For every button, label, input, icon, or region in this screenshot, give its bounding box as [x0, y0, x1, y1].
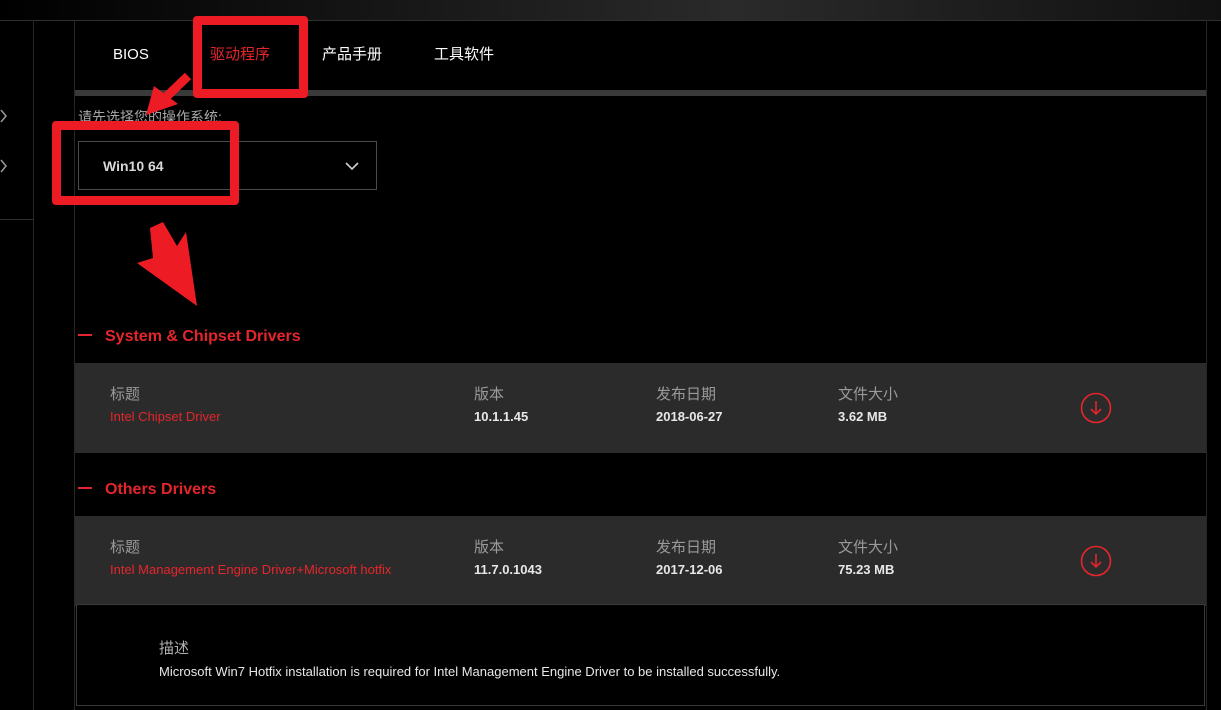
driver-row: 标题 版本 发布日期 文件大小 Intel Chipset Driver 10.…: [75, 363, 1206, 453]
column-header-version: 版本: [474, 539, 505, 556]
driver-version: 11.7.0.1043: [474, 562, 542, 577]
driver-date: 2018-06-27: [656, 409, 723, 424]
column-header-version: 版本: [474, 386, 505, 403]
section-title-text: System & Chipset Drivers: [105, 328, 301, 345]
download-icon[interactable]: [1079, 544, 1113, 578]
driver-version: 10.1.1.45: [474, 409, 529, 424]
driver-description-panel: 描述 Microsoft Win7 Hotfix installation is…: [76, 604, 1205, 706]
chevron-down-icon: [345, 162, 359, 171]
description-text: Microsoft Win7 Hotfix installation is re…: [159, 664, 781, 679]
sidebar-border: [33, 20, 34, 710]
collapse-dash-icon: [78, 333, 92, 336]
download-icon[interactable]: [1079, 391, 1113, 425]
annotation-arrow-icon: [137, 222, 197, 306]
column-header-date: 发布日期: [656, 539, 717, 556]
tab-bios[interactable]: BIOS: [113, 20, 149, 90]
driver-date: 2017-12-06: [656, 562, 723, 577]
section-title-text: Others Drivers: [105, 481, 217, 498]
column-header-date: 发布日期: [656, 386, 717, 403]
column-header-size: 文件大小: [838, 539, 899, 556]
annotation-box-drivers-tab: [193, 16, 308, 98]
driver-size: 3.62 MB: [838, 409, 888, 424]
column-header-title: 标题: [110, 386, 141, 403]
section-title-others[interactable]: Others Drivers: [78, 481, 216, 499]
sidebar-divider: [0, 219, 33, 220]
driver-size: 75.23 MB: [838, 562, 895, 577]
driver-title-link[interactable]: Intel Management Engine Driver+Microsoft…: [110, 562, 391, 577]
collapse-dash-icon: [78, 486, 92, 489]
tab-manuals[interactable]: 产品手册: [322, 20, 382, 90]
chevron-right-icon[interactable]: [0, 106, 17, 126]
driver-title-link[interactable]: Intel Chipset Driver: [110, 409, 221, 424]
driver-row: 标题 版本 发布日期 文件大小 Intel Management Engine …: [75, 516, 1206, 606]
annotation-box-os-select: [52, 121, 239, 205]
section-title-system-chipset[interactable]: System & Chipset Drivers: [78, 328, 301, 346]
chevron-right-icon[interactable]: [0, 156, 17, 176]
top-header-band: [0, 0, 1221, 21]
content-right-border: [1206, 20, 1207, 710]
column-header-size: 文件大小: [838, 386, 899, 403]
column-header-title: 标题: [110, 539, 141, 556]
description-label: 描述: [159, 640, 190, 657]
tab-utilities[interactable]: 工具软件: [434, 20, 494, 90]
